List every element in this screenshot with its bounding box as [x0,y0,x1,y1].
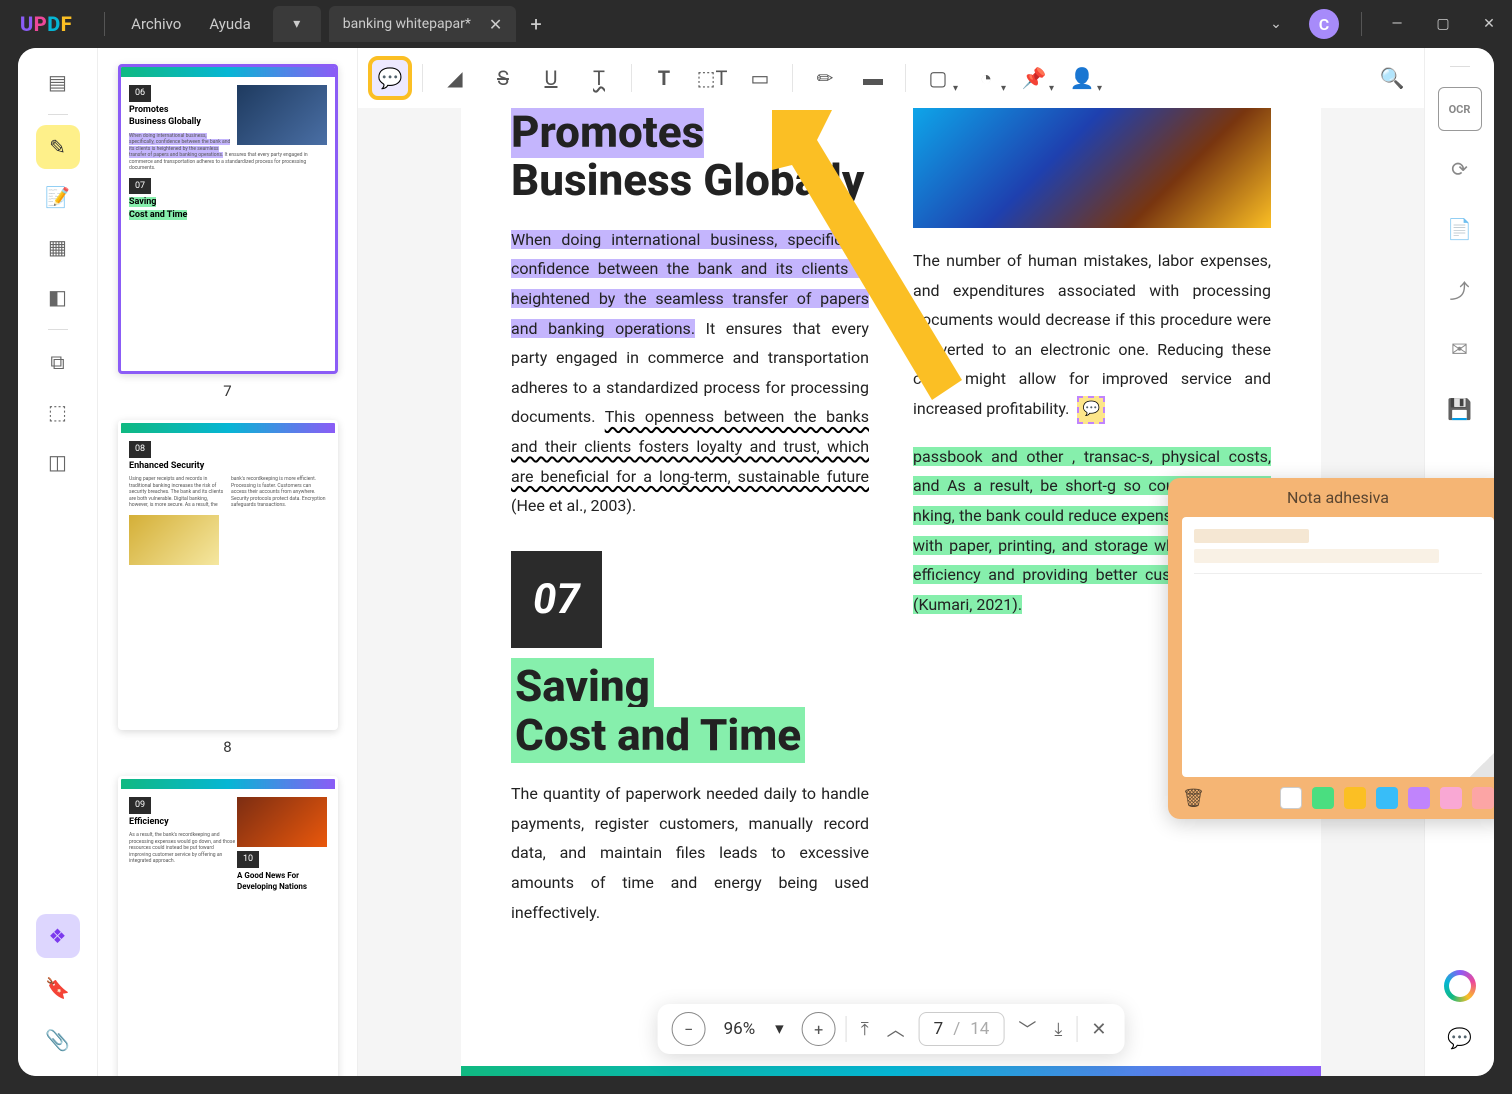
textbox-tool[interactable]: ⬚T [690,56,734,100]
bookmark-icon[interactable]: 🔖 [36,966,80,1010]
page-input[interactable]: 7/14 [919,1012,1005,1046]
titlebar: UPDF Archivo Ayuda ▾ banking whitepapar*… [0,0,1512,48]
workspace: ▤ ✎ 📝 ▦ ◧ ⧉ ⬚ ◫ ❖ 🔖 📎 06 PromotesBusines… [18,48,1494,1076]
new-tab-button[interactable]: + [530,12,541,36]
thumbnail-panel[interactable]: 06 PromotesBusiness Globally When doing … [98,48,358,1076]
squiggly-tool[interactable]: T [577,56,621,100]
divider [104,12,105,36]
redact-icon[interactable]: ◧ [36,275,80,319]
section-heading: Saving Cost and Time [511,662,869,759]
reader-mode-icon[interactable]: ▤ [36,60,80,104]
first-page-button[interactable]: ⤒ [857,1015,873,1044]
convert-icon[interactable]: ⟳ [1438,147,1482,191]
ocr-icon[interactable]: OCR [1438,87,1482,131]
comments-panel-icon[interactable]: 💬 [1438,1016,1482,1060]
eraser-tool[interactable]: ▬ [851,56,895,100]
close-tab-icon[interactable]: ✕ [489,15,502,34]
body-text: The quantity of paperwork needed daily t… [511,779,869,927]
shape-tool[interactable]: ▢▾ [916,56,960,100]
next-page-button[interactable]: ﹀ [1014,1012,1040,1046]
ai-assistant-icon[interactable] [1444,970,1476,1002]
strikethrough-tool[interactable]: S [481,56,525,100]
menu-archivo[interactable]: Archivo [117,15,195,33]
pin-tool[interactable]: 📌▾ [1012,56,1056,100]
close-zoombar-button[interactable]: ✕ [1087,1015,1110,1044]
crop-icon[interactable]: ⬚ [36,390,80,434]
color-swatch[interactable] [1472,787,1494,809]
close-button[interactable]: ✕ [1466,0,1512,48]
signature-tool[interactable]: 👤▾ [1060,56,1104,100]
app-logo: UPDF [20,12,72,36]
divider [1361,12,1362,36]
main-content: 💬 ◢ S U T T ⬚T ▭ ✏ ▬ ▢▾ ◔▾ 📌▾ 👤▾ 🔍 [358,48,1424,1076]
text-tool[interactable]: T [642,56,686,100]
organize-pages-icon[interactable]: ⧉ [36,340,80,384]
zoom-bar: − 96%▾ + ⤒ ︿ 7/14 ﹀ ⤓ ✕ [658,1004,1125,1054]
zoom-out-button[interactable]: − [672,1012,706,1046]
form-icon[interactable]: ▦ [36,225,80,269]
thumbnail[interactable]: 08 Enhanced Security Using paper receipt… [118,420,337,756]
callout-arrow [772,110,992,414]
user-avatar[interactable]: C [1309,9,1339,39]
edit-text-icon[interactable]: 📝 [36,175,80,219]
color-swatch[interactable] [1408,787,1430,809]
sticky-note-marker[interactable]: 💬 [1077,396,1105,424]
color-swatch[interactable] [1344,787,1366,809]
thumbnail-number: 8 [118,738,337,756]
page-footer-gradient [461,1066,1321,1076]
color-swatch[interactable] [1312,787,1334,809]
sticky-note-tool[interactable]: 💬 [368,56,412,100]
sticky-note-popup[interactable]: Nota adhesiva 🗑 [1168,478,1494,819]
underline-tool[interactable]: U [529,56,573,100]
document-tab[interactable]: banking whitepapar* ✕ [329,6,517,42]
highlight-tool[interactable]: ◢ [433,56,477,100]
color-swatch[interactable] [1280,787,1302,809]
minimize-button[interactable]: — [1374,0,1420,48]
color-swatch[interactable] [1440,787,1462,809]
callout-tool[interactable]: ▭ [738,56,782,100]
thumbnail-number: 7 [118,382,337,400]
thumbnail[interactable]: 10 A Good News ForDeveloping Nations 09 … [118,776,337,1076]
zoom-dropdown[interactable]: 96%▾ [716,1019,792,1039]
last-page-button[interactable]: ⤓ [1050,1015,1066,1044]
email-icon[interactable]: ✉ [1438,327,1482,371]
attachment-icon[interactable]: 📎 [36,1018,80,1062]
search-icon[interactable]: 🔍 [1370,56,1414,100]
save-icon[interactable]: 💾 [1438,387,1482,431]
share-icon[interactable]: ⤴ [1438,267,1482,311]
export-icon[interactable]: 📄 [1438,207,1482,251]
tab-dropdown[interactable]: ▾ [273,6,321,42]
tab-title: banking whitepapar* [343,16,471,32]
prev-page-button[interactable]: ︿ [883,1012,909,1046]
section-number: 07 [511,551,602,649]
sticky-note-title: Nota adhesiva [1168,478,1494,517]
color-swatch[interactable] [1376,787,1398,809]
chevron-down-icon[interactable]: ⌄ [1253,0,1299,48]
thumbnail[interactable]: 06 PromotesBusiness Globally When doing … [118,64,337,400]
maximize-button[interactable]: ▢ [1420,0,1466,48]
compare-icon[interactable]: ◫ [36,440,80,484]
annotation-toolbar: 💬 ◢ S U T T ⬚T ▭ ✏ ▬ ▢▾ ◔▾ 📌▾ 👤▾ 🔍 [358,48,1424,108]
trash-icon[interactable]: 🗑 [1182,788,1205,809]
highlighter-tool-icon[interactable]: ✎ [36,125,80,169]
sticky-note-textarea[interactable] [1182,517,1494,777]
sticky-note-toolbar: 🗑 [1168,777,1494,819]
chevron-down-icon: ▾ [775,1019,784,1039]
stamp-tool[interactable]: ◔▾ [964,56,1008,100]
layers-icon[interactable]: ❖ [36,914,80,958]
pencil-tool[interactable]: ✏ [803,56,847,100]
menu-ayuda[interactable]: Ayuda [195,15,264,33]
left-rail: ▤ ✎ 📝 ▦ ◧ ⧉ ⬚ ◫ ❖ 🔖 📎 [18,48,98,1076]
zoom-in-button[interactable]: + [802,1012,836,1046]
